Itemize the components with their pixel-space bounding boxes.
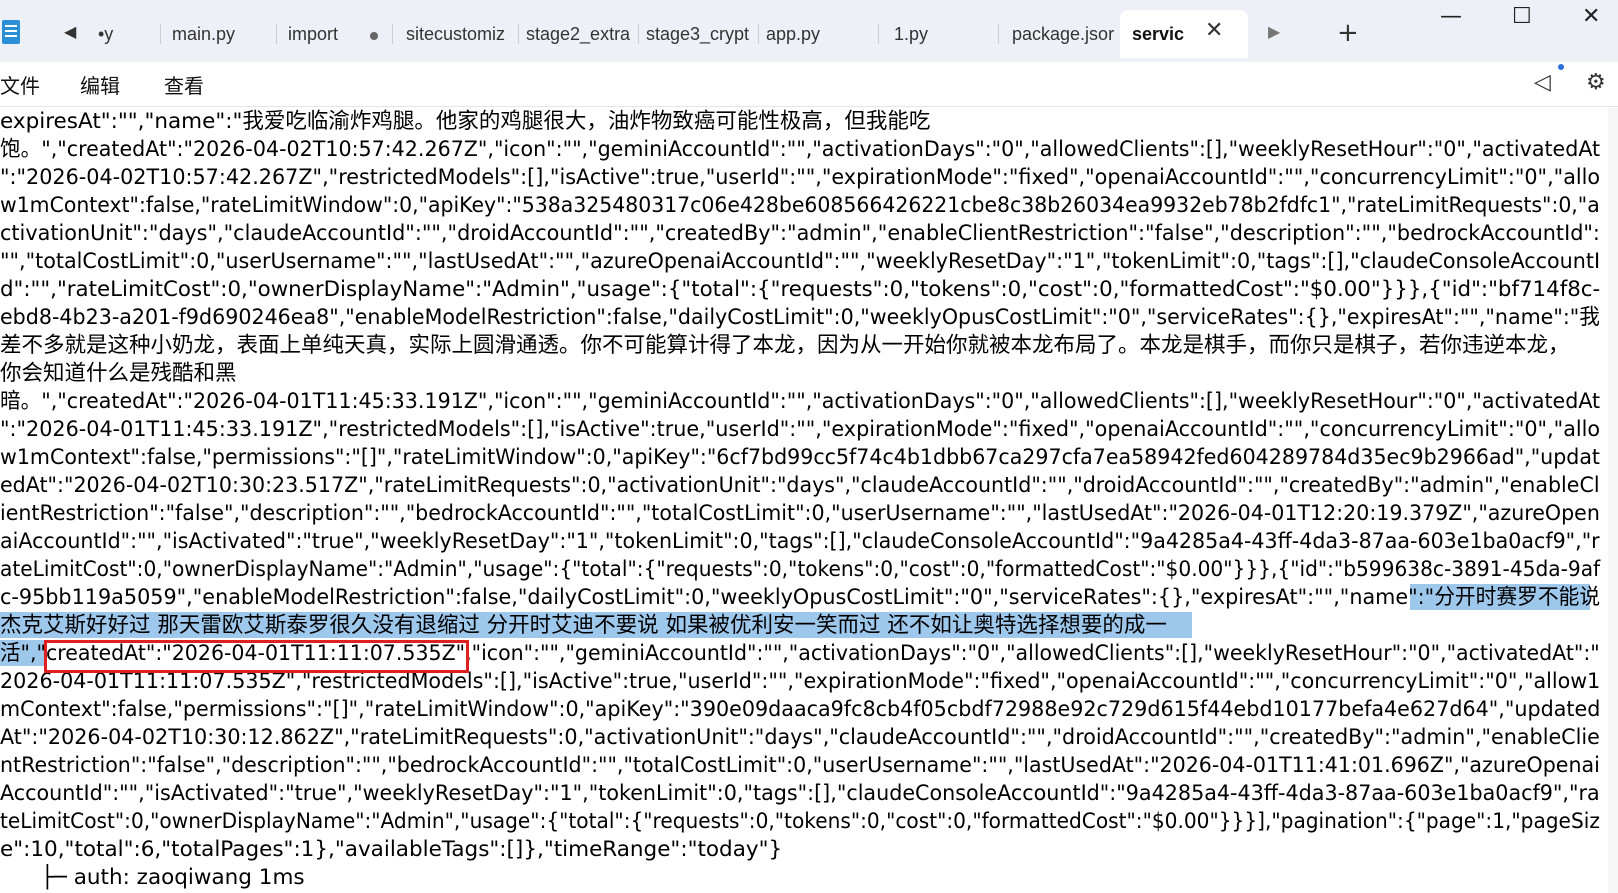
tab-1[interactable]: •y [86, 14, 156, 54]
menu-edit[interactable]: 编辑 [80, 70, 120, 99]
menu-bar: 文件 编辑 查看 ◁ ⚙ [0, 62, 1618, 107]
notepad-icon [2, 20, 20, 44]
unsaved-dot-icon [370, 32, 378, 40]
text-line: ├─ auth: zaoqiwang 1ms [0, 865, 305, 890]
tab-separator [638, 24, 639, 44]
tab-label: package.jsor [1012, 24, 1115, 44]
tab-stage3-crypt[interactable]: stage3_crypt [646, 14, 756, 54]
new-tab-icon[interactable]: + [1337, 18, 1359, 48]
text-line: c-95bb119a5059","enableModelRestriction"… [0, 585, 1601, 610]
tab-separator [392, 24, 393, 44]
tab-service-active[interactable]: servic [1120, 10, 1248, 58]
tab-label: import [288, 24, 339, 44]
highlight-box [44, 640, 469, 673]
text-line: ateLimitCost":0,"ownerDisplayName":"Admi… [0, 557, 1601, 582]
text-line: 差不多就是这种小奶龙，表面上单纯天真，实际上圆滑通透。你不可能算计得了本龙，因为… [0, 333, 1570, 358]
tab-label: stage3_crypt [646, 24, 750, 44]
tab-label: •y [98, 24, 114, 44]
text-line: aiAccountId":"","isActivated":"true","we… [0, 529, 1600, 554]
tab-label: sitecustomiz [406, 24, 506, 44]
tab-stage2-extra[interactable]: stage2_extra [526, 14, 636, 54]
tab-import[interactable]: import [276, 14, 360, 54]
text-line: ientRestriction":"false","description":"… [0, 501, 1600, 526]
text-line: teLimitCost":0,"ownerDisplayName":"Admin… [0, 809, 1600, 834]
tab-package-json[interactable]: package.jsor [1006, 14, 1118, 54]
tab-label: app.py [766, 24, 821, 44]
tab-label: stage2_extra [526, 24, 631, 44]
text-line: ebd8-4b23-a201-f9d690246ea8","enableMode… [0, 305, 1600, 330]
tab-app-py[interactable]: app.py [766, 14, 876, 54]
close-window-icon[interactable]: ✕ [1582, 4, 1600, 29]
vertical-scrollbar[interactable] [1608, 108, 1618, 893]
text-line: AccountId":"","isActivated":"true","week… [0, 781, 1600, 806]
text-line: 你会知道什么是残酷和黑 [0, 361, 237, 386]
tab-label: main.py [172, 24, 236, 44]
text-line: ":"2026-04-01T11:45:33.191Z","restricted… [0, 417, 1601, 442]
text-line: "","totalCostLimit":0,"userUsername":"",… [0, 249, 1601, 274]
notification-dot-icon [1558, 64, 1564, 70]
tab-main-py[interactable]: main.py [160, 14, 272, 54]
tab-sitecustomize[interactable]: sitecustomiz [406, 14, 516, 54]
maximize-icon[interactable]: ☐ [1512, 4, 1532, 29]
tab-separator [878, 24, 879, 44]
text-line: 杰克艾斯好好过 那天雷欧艾斯泰罗很久没有退缩过 分开时艾迪不要说 如果被优利安一… [0, 613, 1167, 638]
menu-file[interactable]: 文件 [0, 70, 40, 99]
text-line: e":10,"total":6,"totalPages":1},"availab… [0, 837, 783, 862]
scroll-tabs-right-icon[interactable]: ▶ [1268, 22, 1280, 41]
announcement-icon[interactable]: ◁ [1534, 70, 1551, 95]
close-tab-icon[interactable]: ✕ [1205, 18, 1223, 43]
minimize-icon[interactable]: — [1440, 4, 1462, 29]
tab-separator [758, 24, 759, 44]
tab-label: servic [1132, 24, 1185, 44]
tab-separator [998, 24, 999, 44]
text-line: mContext":false,"permissions":"[]","rate… [0, 697, 1601, 722]
text-line: ":"2026-04-02T10:57:42.267Z","restricted… [0, 165, 1601, 190]
tab-separator [518, 24, 519, 44]
text-line: At":"2026-04-02T10:30:12.862Z","rateLimi… [0, 725, 1600, 750]
settings-icon[interactable]: ⚙ [1586, 70, 1606, 95]
text-line: d":"","rateLimitCost":0,"ownerDisplayNam… [0, 277, 1601, 302]
tab-1-py[interactable]: 1.py [886, 14, 996, 54]
text-line: w1mContext":false,"rateLimitWindow":0,"a… [0, 193, 1600, 218]
menu-view[interactable]: 查看 [164, 70, 204, 99]
text-line: edAt":"2026-04-02T10:30:23.517Z","rateLi… [0, 473, 1600, 498]
tab-label: 1.py [894, 24, 929, 44]
text-line: 饱。","createdAt":"2026-04-02T10:57:42.267… [0, 137, 1601, 162]
text-line: ctivationUnit":"days","claudeAccountId":… [0, 221, 1600, 246]
text-line: w1mContext":false,"permissions":"[]","ra… [0, 445, 1600, 470]
text-line: 暗。","createdAt":"2026-04-01T11:45:33.191… [0, 389, 1601, 414]
text-line: ntRestriction":"false","description":"",… [0, 753, 1600, 778]
scroll-tabs-left-icon[interactable]: ◀ [64, 22, 76, 41]
text-line: expiresAt":"","name":"我爱吃临渝炸鸡腿。他家的鸡腿很大，油… [0, 109, 931, 134]
tab-bar: ◀ •y main.py import sitecustomiz stage2_… [0, 0, 1618, 62]
